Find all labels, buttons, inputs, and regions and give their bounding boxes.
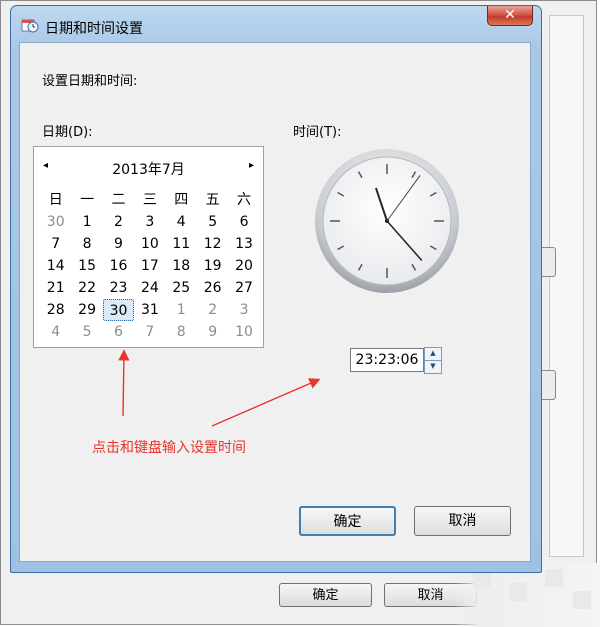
cancel-button[interactable]: 取消 [414,506,511,536]
arrow-to-calendar [118,349,130,417]
ok-button[interactable]: 确定 [299,506,396,536]
annotation-text: 点击和键盘输入设置时间 [92,440,246,456]
arrow-to-time [211,378,321,427]
